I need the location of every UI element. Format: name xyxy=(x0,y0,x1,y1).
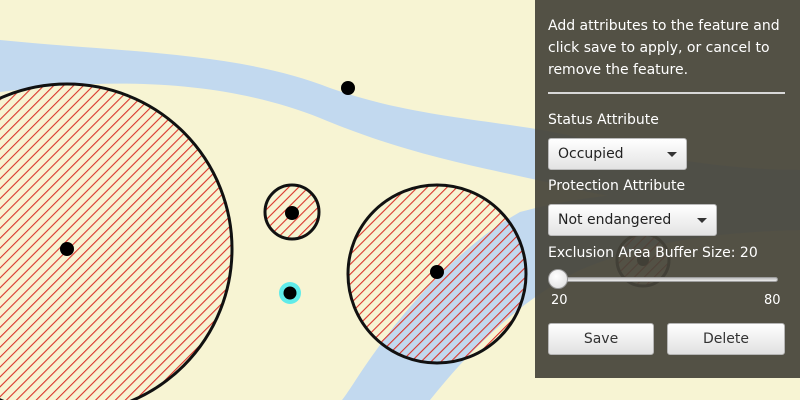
chevron-down-icon xyxy=(697,218,707,223)
buffer-size-label: Exclusion Area Buffer Size: 20 xyxy=(548,245,758,261)
feature-point[interactable] xyxy=(341,81,355,95)
status-attribute-label: Status Attribute xyxy=(548,112,659,128)
chevron-down-icon xyxy=(667,152,677,157)
status-attribute-value: Occupied xyxy=(558,146,624,162)
protection-attribute-value: Not endangered xyxy=(558,212,672,228)
panel-divider xyxy=(548,92,785,94)
slider-max-label: 80 xyxy=(764,293,781,308)
feature-point[interactable] xyxy=(60,242,74,256)
buffer-size-slider-track[interactable] xyxy=(558,277,778,282)
slider-min-label: 20 xyxy=(551,293,568,308)
attribute-panel: Add attributes to the feature and click … xyxy=(535,0,800,378)
buffer-size-slider-thumb[interactable] xyxy=(548,269,568,289)
instructions-text: Add attributes to the feature and click … xyxy=(548,18,780,78)
protection-attribute-label: Protection Attribute xyxy=(548,178,686,194)
feature-point[interactable] xyxy=(430,265,444,279)
selected-feature-point[interactable] xyxy=(279,282,301,304)
status-attribute-dropdown[interactable]: Occupied xyxy=(548,138,687,170)
delete-button[interactable]: Delete xyxy=(667,323,785,355)
save-button[interactable]: Save xyxy=(548,323,654,355)
exclusion-area-medium[interactable] xyxy=(346,183,528,365)
protection-attribute-dropdown[interactable]: Not endangered xyxy=(548,204,717,236)
feature-point[interactable] xyxy=(285,206,299,220)
exclusion-area-small[interactable] xyxy=(263,183,321,241)
